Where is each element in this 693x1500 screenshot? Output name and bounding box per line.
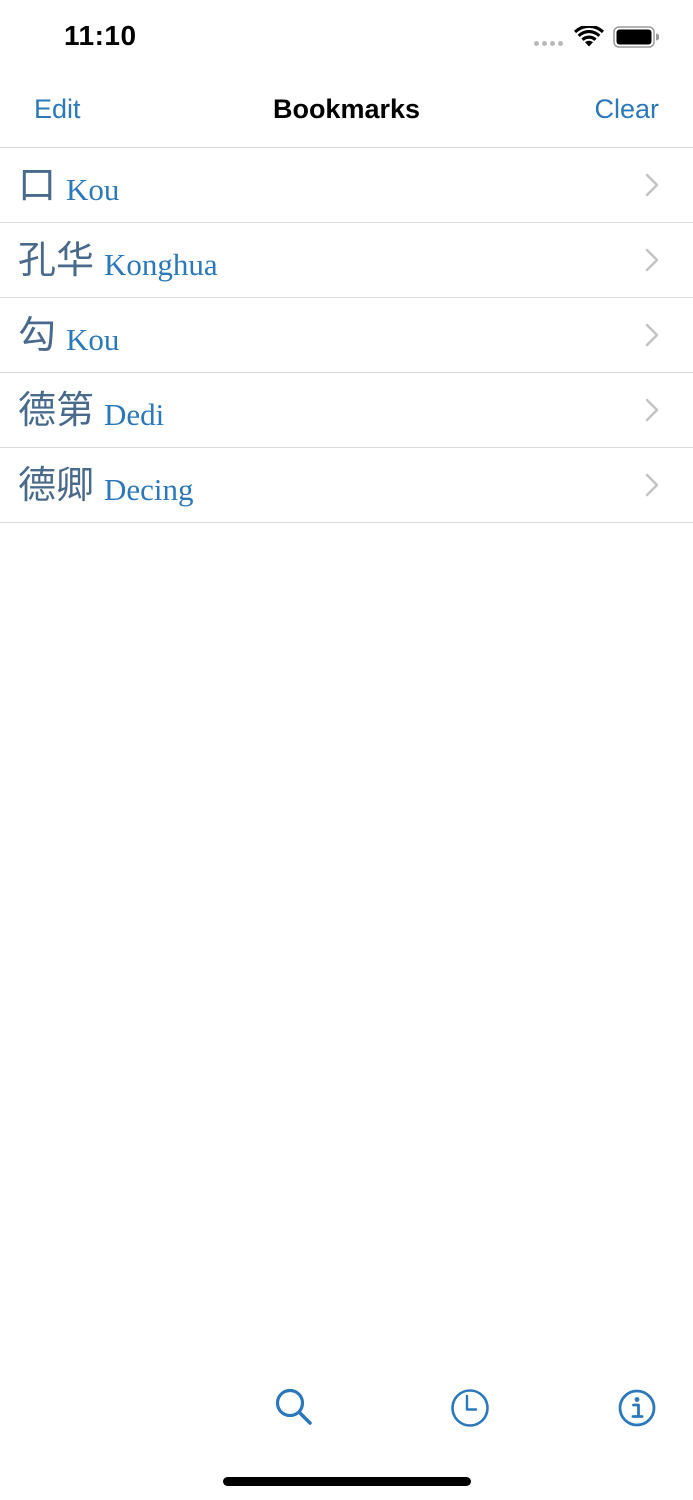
chevron-right-icon — [645, 323, 659, 347]
bookmark-hanzi: 德第 — [18, 388, 95, 432]
tab-bar — [0, 1378, 693, 1438]
clear-button[interactable]: Clear — [594, 94, 659, 125]
home-indicator[interactable] — [223, 1477, 471, 1486]
clock-icon[interactable] — [448, 1386, 492, 1430]
search-icon[interactable] — [273, 1386, 317, 1430]
bookmark-pinyin: Decing — [104, 472, 194, 507]
info-icon[interactable] — [615, 1386, 659, 1430]
cellular-signal-icon — [534, 41, 563, 46]
status-bar: 11:10 — [0, 0, 693, 76]
chevron-right-icon — [645, 473, 659, 497]
bookmark-row[interactable]: 德第 Dedi — [0, 373, 693, 448]
bookmark-row[interactable]: 德卿 Decing — [0, 448, 693, 523]
chevron-right-icon — [645, 398, 659, 422]
bookmark-pinyin: Kou — [66, 172, 120, 207]
bookmark-row[interactable]: 勾 Kou — [0, 298, 693, 373]
nav-bar: Edit Bookmarks Clear — [0, 76, 693, 148]
bookmark-row[interactable]: 口 Kou — [0, 148, 693, 223]
battery-icon — [613, 26, 659, 48]
page-title: Bookmarks — [272, 94, 421, 124]
bookmark-pinyin: Kou — [66, 322, 120, 357]
bookmark-pinyin: Dedi — [104, 397, 165, 432]
bookmark-hanzi: 口 — [18, 163, 57, 207]
wifi-icon — [574, 26, 604, 47]
bookmark-hanzi: 德卿 — [18, 463, 95, 507]
chevron-right-icon — [645, 173, 659, 197]
bookmark-pinyin: Konghua — [104, 247, 218, 282]
bookmark-hanzi: 勾 — [18, 313, 57, 357]
chevron-right-icon — [645, 248, 659, 272]
bookmark-hanzi: 孔华 — [18, 238, 95, 282]
bookmark-row[interactable]: 孔华 Konghua — [0, 223, 693, 298]
status-time: 11:10 — [64, 20, 137, 51]
bookmark-list: 口 Kou 孔华 Konghua 勾 Kou 德第 Dedi 德卿 Decing — [0, 148, 693, 523]
